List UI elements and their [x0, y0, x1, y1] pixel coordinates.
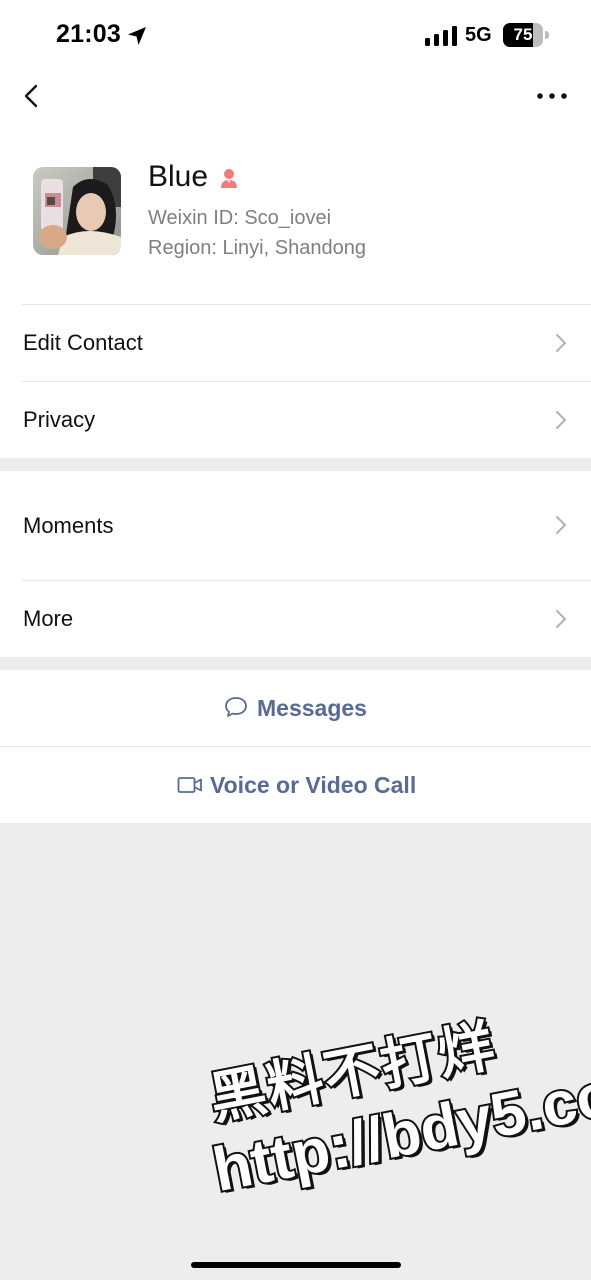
weixin-id: Weixin ID: Sco_iovei — [148, 207, 332, 229]
voice-video-call-label: Voice or Video Call — [210, 772, 417, 798]
more-label: More — [23, 606, 74, 631]
moments-label: Moments — [23, 513, 114, 538]
profile-card: Blue Weixin ID: Sco_iovei Region: Linyi,… — [0, 130, 591, 305]
edit-contact-label: Edit Contact — [23, 330, 143, 355]
video-camera-icon — [177, 777, 202, 793]
location-arrow-icon — [128, 27, 146, 45]
edit-contact-row[interactable]: Edit Contact — [0, 305, 591, 381]
chat-bubble-icon — [225, 697, 247, 717]
chevron-right-icon — [556, 411, 566, 429]
watermark: 黑料不打烊 http://bdy5.co — [177, 954, 591, 1256]
battery-icon: 75 — [503, 23, 549, 47]
messages-label: Messages — [257, 695, 367, 721]
chevron-left-icon — [24, 84, 38, 108]
more-button[interactable] — [532, 82, 572, 110]
chevron-right-icon — [556, 610, 566, 628]
actions-section: Messages Voice or Video Call — [0, 670, 591, 823]
contact-settings-section: Edit Contact Privacy — [0, 305, 591, 458]
more-row[interactable]: More — [0, 581, 591, 657]
home-indicator[interactable] — [191, 1262, 401, 1268]
messages-button[interactable]: Messages — [0, 670, 591, 746]
network-label: 5G — [465, 24, 492, 46]
nav-bar — [0, 70, 591, 130]
chevron-right-icon — [556, 334, 566, 352]
avatar[interactable] — [33, 167, 121, 255]
status-time: 21:03 — [56, 20, 121, 48]
chevron-right-icon — [556, 516, 566, 534]
profile-name: Blue — [148, 160, 209, 193]
status-bar: 21:03 5G 75 — [0, 0, 591, 70]
back-button[interactable] — [14, 78, 50, 114]
privacy-row[interactable]: Privacy — [0, 382, 591, 458]
more-dots-icon — [537, 93, 567, 99]
female-icon — [221, 169, 237, 188]
battery-level: 75 — [513, 25, 533, 44]
voice-video-call-button[interactable]: Voice or Video Call — [0, 747, 591, 823]
signal-icon — [425, 26, 457, 46]
moments-row[interactable]: Moments — [0, 471, 591, 580]
moments-section: Moments More — [0, 471, 591, 657]
privacy-label: Privacy — [23, 407, 96, 432]
region: Region: Linyi, Shandong — [148, 237, 366, 259]
